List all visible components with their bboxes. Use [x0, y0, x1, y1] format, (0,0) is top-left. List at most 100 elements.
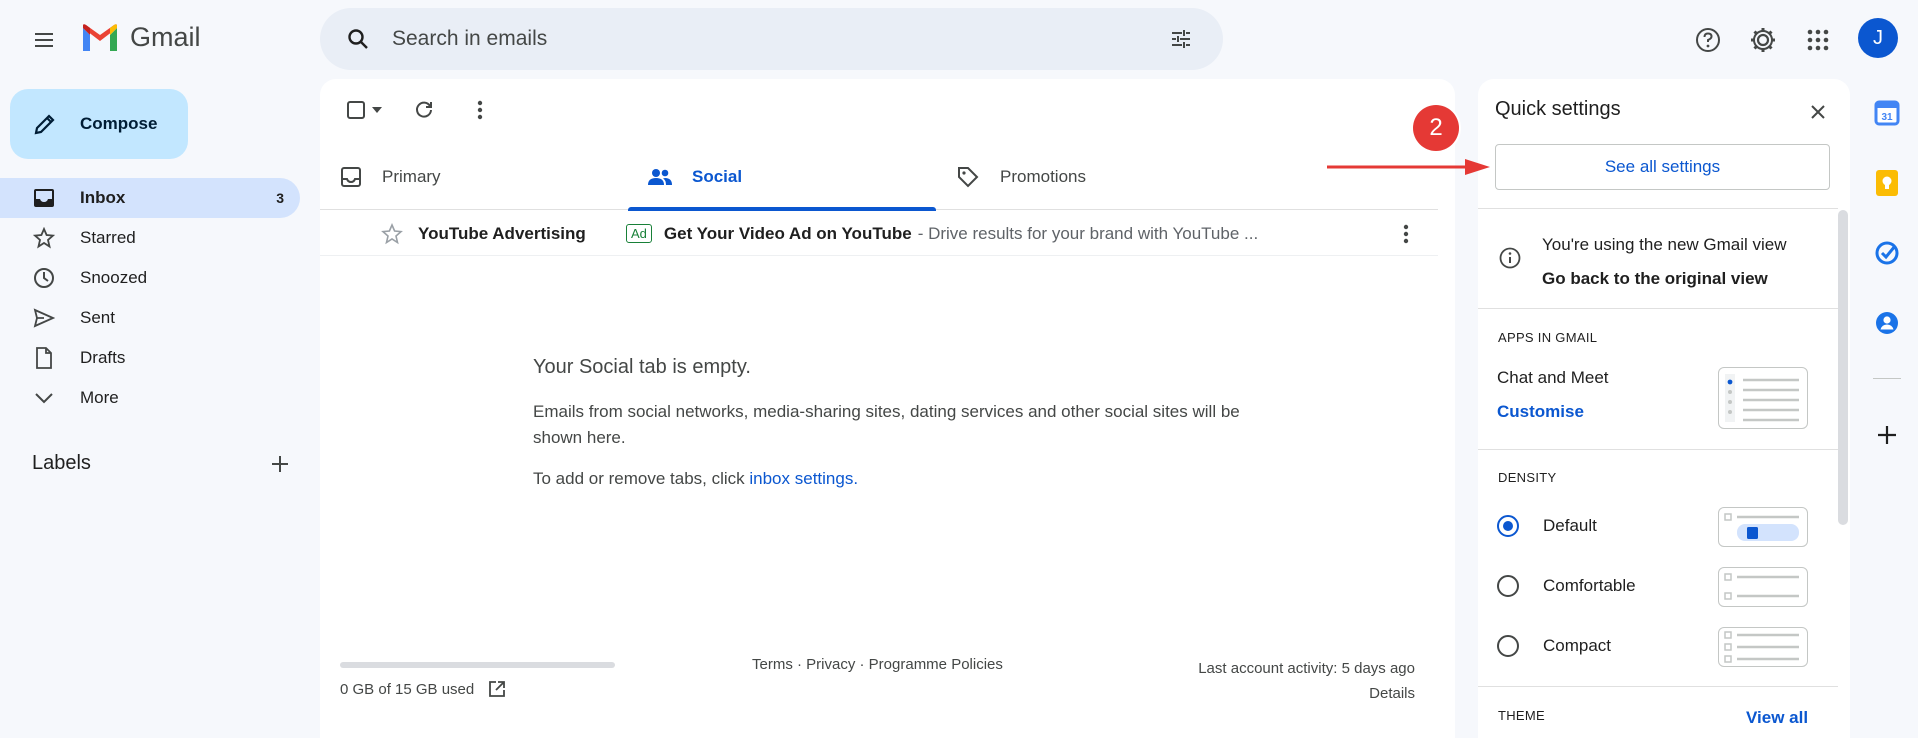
annotation-arrow — [1327, 159, 1490, 175]
contacts-icon[interactable] — [1872, 308, 1902, 338]
sidebar-item-label: More — [80, 388, 119, 407]
compose-label: Compose — [80, 114, 158, 133]
pencil-icon — [34, 114, 55, 135]
send-icon — [32, 306, 56, 330]
tag-icon — [958, 167, 979, 188]
sidebar-item-inbox[interactable]: Inbox 3 — [0, 178, 300, 218]
empty-hint-prefix: To add or remove tabs, click — [533, 469, 750, 488]
step-badge: 2 — [1413, 105, 1459, 151]
empty-hint-suffix: . — [853, 469, 859, 488]
keep-icon[interactable] — [1872, 168, 1902, 198]
density-label: Default — [1543, 516, 1597, 535]
email-snippet: - Drive results for your brand with YouT… — [917, 223, 1259, 243]
email-subject: Get Your Video Ad on YouTube — [663, 223, 912, 243]
sidebar-item-drafts[interactable]: Drafts — [0, 338, 300, 378]
quick-settings-title: Quick settings — [1495, 98, 1621, 120]
divider — [1478, 208, 1838, 209]
open-storage-icon[interactable] — [488, 680, 506, 698]
divider — [1478, 449, 1838, 450]
tab-promotions[interactable]: Promotions — [936, 144, 1244, 210]
storage-info: 0 GB of 15 GB used — [340, 680, 506, 698]
storage-bar — [340, 662, 615, 668]
footer-links[interactable]: Terms · Privacy · Programme Policies — [752, 656, 1003, 673]
go-back-link[interactable]: Go back to the original view — [1542, 262, 1787, 296]
account-activity: Last account activity: 5 days ago Detail… — [1150, 656, 1415, 706]
sidebar-item-label: Snoozed — [80, 268, 148, 287]
empty-title: Your Social tab is empty. — [533, 356, 751, 378]
more-options-icon[interactable] — [460, 92, 500, 128]
activity-text: Last account activity: 5 days ago — [1198, 660, 1415, 677]
density-option-compact[interactable]: Compact — [1497, 635, 1611, 657]
tab-label: Primary — [382, 167, 441, 186]
row-more-icon[interactable] — [1394, 222, 1418, 246]
sidebar-item-snoozed[interactable]: Snoozed — [0, 258, 300, 298]
apps-section-label: APPS IN GMAIL — [1498, 330, 1598, 345]
radio-button[interactable] — [1497, 575, 1519, 597]
add-label-icon[interactable] — [270, 454, 290, 474]
star-icon — [32, 226, 56, 250]
inbox-settings-link[interactable]: inbox settings — [749, 469, 853, 488]
gmail-logo[interactable]: Gmail — [80, 22, 201, 53]
new-view-text: You're using the new Gmail view — [1542, 235, 1787, 254]
sidebar-item-sent[interactable]: Sent — [0, 298, 300, 338]
search-bar[interactable] — [320, 8, 1223, 70]
inbox-icon — [341, 167, 361, 187]
tab-social[interactable]: Social — [628, 144, 936, 211]
hamburger-icon — [35, 33, 53, 47]
sidebar-item-starred[interactable]: Starred — [0, 218, 300, 258]
inbox-icon — [32, 186, 56, 210]
customise-link[interactable]: Customise — [1497, 402, 1584, 422]
main-menu-button[interactable] — [24, 20, 64, 60]
compose-button[interactable]: Compose — [10, 89, 188, 159]
chevron-down-icon — [32, 386, 56, 410]
empty-state: Your Social tab is empty. Emails from so… — [533, 356, 1253, 489]
chat-meet-preview — [1718, 367, 1808, 429]
gmail-m-icon — [83, 23, 117, 51]
divider — [1478, 686, 1838, 687]
search-options-icon[interactable] — [1163, 21, 1199, 57]
sidebar-item-more[interactable]: More — [0, 378, 300, 418]
new-view-info: You're using the new Gmail view Go back … — [1498, 228, 1787, 296]
search-input[interactable] — [392, 27, 1163, 51]
add-app-icon[interactable] — [1872, 420, 1902, 450]
density-label: Comfortable — [1543, 576, 1636, 595]
density-comfortable-preview — [1718, 567, 1808, 607]
google-apps-icon[interactable] — [1798, 20, 1838, 60]
panel-scrollbar[interactable] — [1838, 210, 1848, 525]
star-toggle-icon[interactable] — [380, 222, 404, 246]
close-icon[interactable] — [1802, 96, 1834, 128]
details-link[interactable]: Details — [1150, 681, 1415, 706]
search-icon[interactable] — [340, 21, 376, 57]
tasks-icon[interactable] — [1872, 238, 1902, 268]
density-section-label: DENSITY — [1498, 470, 1557, 485]
settings-gear-icon[interactable] — [1743, 20, 1783, 60]
ad-badge: Ad — [626, 224, 652, 243]
tab-primary[interactable]: Primary — [320, 144, 628, 210]
info-icon — [1499, 247, 1521, 269]
calendar-icon[interactable]: 31 — [1872, 98, 1902, 128]
app-name: Gmail — [130, 22, 201, 52]
sidebar-nav: Inbox 3 Starred Snoozed Sent Drafts More — [0, 178, 300, 418]
density-option-comfortable[interactable]: Comfortable — [1497, 575, 1636, 597]
view-all-themes-link[interactable]: View all — [1746, 708, 1808, 728]
radio-button[interactable] — [1497, 515, 1519, 537]
density-option-default[interactable]: Default — [1497, 515, 1597, 537]
draft-icon — [32, 346, 56, 370]
divider — [1478, 308, 1838, 309]
svg-text:31: 31 — [1881, 112, 1893, 123]
caret-down-icon — [372, 107, 382, 113]
labels-heading: Labels — [32, 452, 91, 474]
help-icon[interactable] — [1688, 20, 1728, 60]
tab-label: Promotions — [1000, 167, 1086, 186]
rail-divider — [1873, 378, 1901, 379]
radio-button[interactable] — [1497, 635, 1519, 657]
email-row[interactable]: YouTube Advertising Ad Get Your Video Ad… — [320, 212, 1438, 256]
sidebar-item-label: Sent — [80, 308, 115, 327]
select-all-checkbox[interactable] — [340, 92, 388, 128]
labels-section: Labels — [32, 452, 290, 475]
refresh-icon[interactable] — [404, 92, 444, 128]
see-all-settings-button[interactable]: See all settings — [1495, 144, 1830, 190]
storage-text: 0 GB of 15 GB used — [340, 680, 475, 698]
account-avatar[interactable]: J — [1858, 18, 1898, 58]
category-tabs: Primary Social Promotions — [320, 144, 1438, 211]
